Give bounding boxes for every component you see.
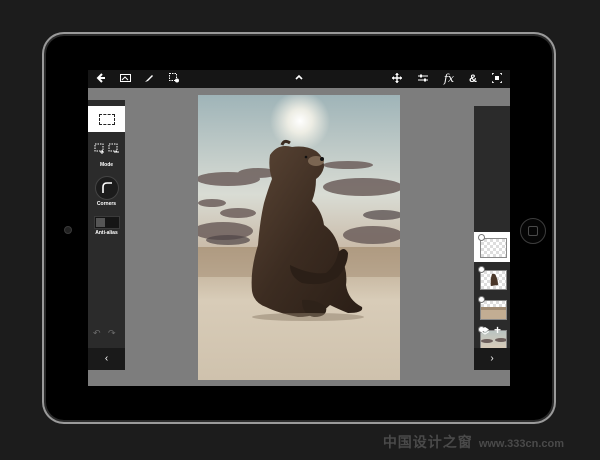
watermark-url: www.333cn.com xyxy=(478,438,564,450)
corners-label: Corners xyxy=(96,201,117,207)
move-icon[interactable] xyxy=(389,72,405,86)
image-icon[interactable] xyxy=(117,72,133,86)
photo-canvas[interactable] xyxy=(198,95,400,380)
app-screen: fx & Mode Corners Anti-alias ↶ ↷ ‹ + › xyxy=(88,70,510,386)
undo-icon[interactable]: ↶ xyxy=(93,328,101,339)
marquee-select-tool[interactable] xyxy=(88,106,125,132)
layer-visibility-dot[interactable] xyxy=(478,296,485,303)
corners-button[interactable] xyxy=(95,176,119,200)
add-layer-button[interactable]: + xyxy=(494,323,501,337)
layer-thumbnail xyxy=(480,238,507,258)
layer-item-transparent[interactable] xyxy=(474,232,510,262)
add-selection-icon[interactable] xyxy=(94,143,104,154)
layer-actions-row: + xyxy=(474,323,510,338)
watermark: 中国设计之窗 www.333cn.com xyxy=(383,432,564,452)
mode-label: Mode xyxy=(99,162,114,168)
bear-photo xyxy=(198,95,400,380)
left-tool-panel: Mode Corners Anti-alias ↶ ↷ ‹ xyxy=(88,100,125,370)
new-image-icon[interactable] xyxy=(166,72,182,86)
layer-item-desert[interactable] xyxy=(474,294,510,324)
redo-icon[interactable]: ↷ xyxy=(108,328,116,339)
fx-icon[interactable]: fx xyxy=(441,72,457,86)
crop-icon[interactable] xyxy=(489,72,505,86)
watermark-text: 中国设计之窗 xyxy=(382,434,473,450)
collapse-right-panel-button[interactable]: › xyxy=(474,348,510,370)
chevron-right-icon: › xyxy=(490,353,494,364)
back-arrow-icon[interactable] xyxy=(93,72,109,86)
undo-redo: ↶ ↷ xyxy=(93,328,120,338)
subtract-selection-icon[interactable] xyxy=(108,143,119,153)
anti-alias-label: Anti-alias xyxy=(95,230,118,236)
camera xyxy=(64,226,72,234)
top-toolbar: fx & xyxy=(88,70,510,88)
rounded-corner-icon xyxy=(102,182,112,193)
toggle-knob xyxy=(96,218,105,227)
layer-item-bear[interactable] xyxy=(474,264,510,294)
home-button[interactable] xyxy=(520,218,546,244)
collapse-left-panel-button[interactable]: ‹ xyxy=(88,348,125,370)
layer-thumbnail xyxy=(480,300,507,320)
collapse-up-icon[interactable] xyxy=(291,72,307,86)
layer-visibility-dot[interactable] xyxy=(478,234,485,241)
anti-alias-toggle[interactable] xyxy=(94,216,120,229)
layers-icon[interactable] xyxy=(480,326,490,336)
ampersand-icon[interactable]: & xyxy=(465,72,481,86)
mode-options xyxy=(94,142,120,154)
adjust-icon[interactable] xyxy=(415,72,431,86)
layer-thumbnail xyxy=(480,270,507,290)
brush-icon[interactable] xyxy=(141,72,157,86)
layer-visibility-dot[interactable] xyxy=(478,266,485,273)
marquee-icon xyxy=(99,114,115,125)
chevron-left-icon: ‹ xyxy=(104,353,109,364)
